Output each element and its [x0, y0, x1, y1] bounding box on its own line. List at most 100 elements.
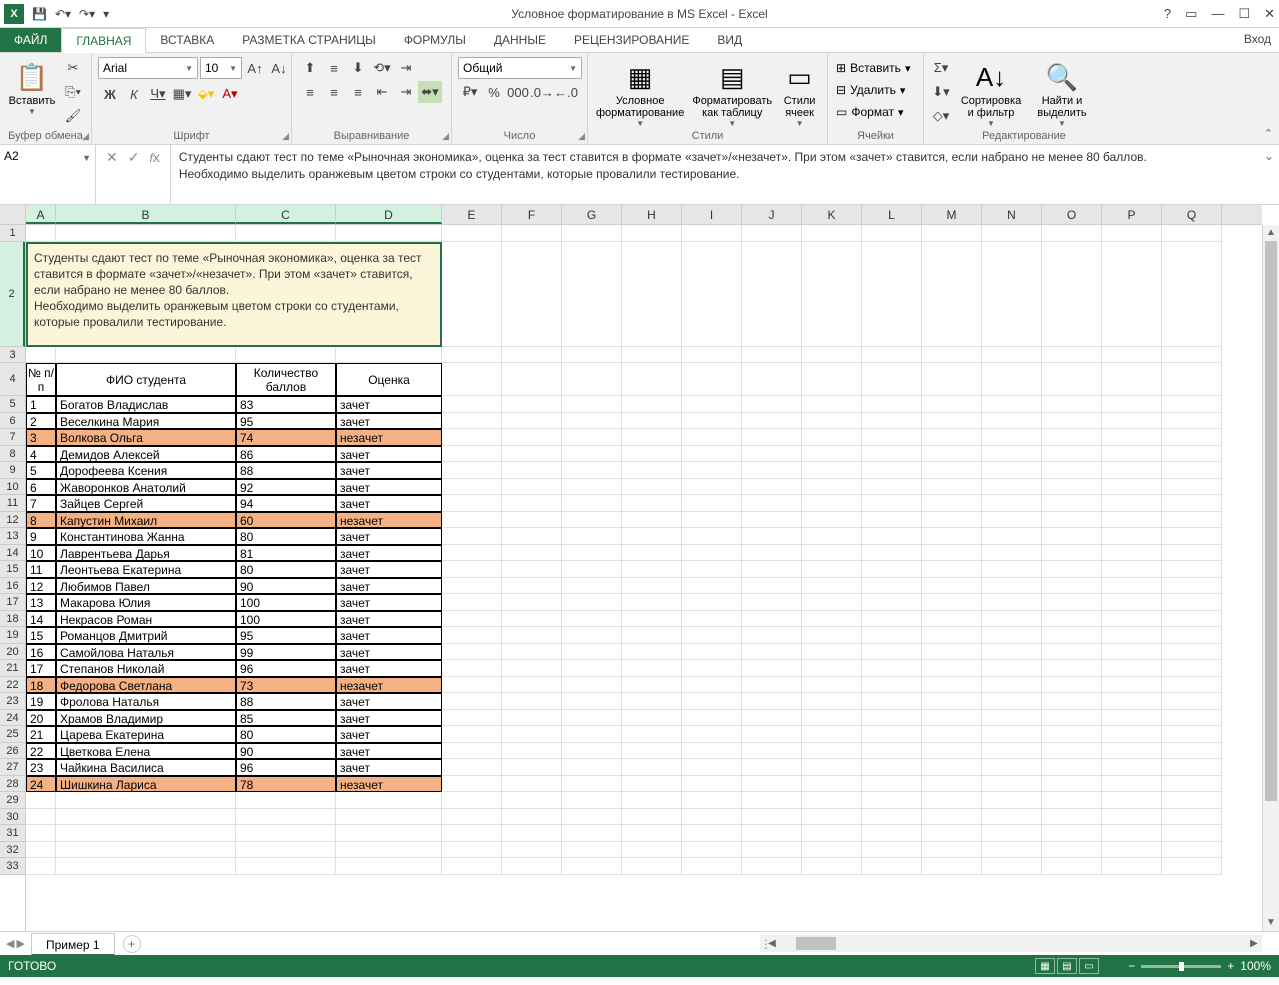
table-cell[interactable]: 7 — [26, 495, 56, 512]
table-cell[interactable]: Веселкина Мария — [56, 413, 236, 430]
row-header[interactable]: 15 — [0, 561, 25, 578]
table-cell[interactable]: 85 — [236, 710, 336, 727]
cell[interactable] — [1162, 644, 1222, 661]
cell[interactable] — [622, 825, 682, 842]
cell[interactable] — [622, 611, 682, 628]
cell[interactable] — [1042, 242, 1102, 347]
cell[interactable] — [1042, 462, 1102, 479]
border-button[interactable]: ▦▾ — [170, 83, 194, 105]
name-box-input[interactable] — [4, 149, 74, 163]
table-cell[interactable]: Капустин Михаил — [56, 512, 236, 529]
cell[interactable] — [742, 462, 802, 479]
cell[interactable] — [682, 710, 742, 727]
table-cell[interactable]: Шишкина Лариса — [56, 776, 236, 793]
cell[interactable] — [922, 677, 982, 694]
cell[interactable] — [982, 677, 1042, 694]
cell[interactable] — [742, 776, 802, 793]
cell[interactable] — [922, 363, 982, 396]
ribbon-display-icon[interactable]: ▭ — [1185, 6, 1197, 22]
cell[interactable] — [682, 842, 742, 859]
cell[interactable] — [562, 792, 622, 809]
cell[interactable] — [802, 594, 862, 611]
align-left-button[interactable]: ≡ — [298, 81, 322, 103]
cell[interactable] — [1102, 528, 1162, 545]
table-cell[interactable]: зачет — [336, 462, 442, 479]
table-cell[interactable]: 90 — [236, 578, 336, 595]
cell[interactable] — [502, 242, 562, 347]
cell[interactable] — [442, 495, 502, 512]
table-cell[interactable]: зачет — [336, 479, 442, 496]
cell[interactable] — [562, 660, 622, 677]
cell[interactable] — [1042, 495, 1102, 512]
cell[interactable] — [982, 545, 1042, 562]
table-cell[interactable]: 92 — [236, 479, 336, 496]
cell[interactable] — [336, 858, 442, 875]
table-cell[interactable]: 16 — [26, 644, 56, 661]
table-cell[interactable]: зачет — [336, 413, 442, 430]
cell[interactable] — [562, 644, 622, 661]
cell[interactable] — [1042, 611, 1102, 628]
horizontal-scrollbar[interactable]: ⋮ ◀ ▶ — [760, 935, 1262, 952]
cell[interactable] — [982, 611, 1042, 628]
cell[interactable] — [922, 858, 982, 875]
cell[interactable] — [442, 660, 502, 677]
column-header[interactable]: H — [622, 205, 682, 224]
table-cell[interactable]: зачет — [336, 759, 442, 776]
cell[interactable] — [802, 858, 862, 875]
cell[interactable] — [1162, 759, 1222, 776]
cell[interactable] — [682, 242, 742, 347]
cell[interactable] — [1102, 347, 1162, 364]
row-header[interactable]: 14 — [0, 545, 25, 562]
cell[interactable] — [622, 776, 682, 793]
cell[interactable] — [622, 528, 682, 545]
cell[interactable] — [1042, 743, 1102, 760]
cell[interactable] — [622, 842, 682, 859]
cell[interactable] — [802, 528, 862, 545]
cell[interactable] — [742, 809, 802, 826]
cell[interactable] — [862, 644, 922, 661]
cell[interactable] — [742, 545, 802, 562]
cell[interactable] — [862, 627, 922, 644]
table-cell[interactable]: 8 — [26, 512, 56, 529]
cell[interactable] — [442, 347, 502, 364]
cell[interactable] — [502, 710, 562, 727]
table-cell[interactable]: зачет — [336, 611, 442, 628]
cell[interactable] — [742, 225, 802, 242]
table-cell[interactable]: зачет — [336, 693, 442, 710]
currency-button[interactable]: ₽▾ — [458, 81, 482, 103]
table-cell[interactable]: зачет — [336, 578, 442, 595]
row-header[interactable]: 5 — [0, 396, 25, 413]
cell[interactable] — [862, 677, 922, 694]
font-color-button[interactable]: A▾ — [218, 83, 242, 105]
cell[interactable] — [922, 578, 982, 595]
cell[interactable] — [1162, 462, 1222, 479]
cell[interactable] — [862, 479, 922, 496]
table-cell[interactable]: Любимов Павел — [56, 578, 236, 595]
cell[interactable] — [922, 693, 982, 710]
autosum-button[interactable]: Σ▾ — [930, 57, 952, 79]
cell[interactable] — [862, 594, 922, 611]
cell[interactable] — [862, 528, 922, 545]
table-cell[interactable]: 12 — [26, 578, 56, 595]
cell[interactable] — [1102, 242, 1162, 347]
cell[interactable] — [922, 743, 982, 760]
column-header[interactable]: M — [922, 205, 982, 224]
cell[interactable] — [802, 792, 862, 809]
find-select-button[interactable]: 🔍 Найти и выделить▼ — [1030, 57, 1094, 130]
cell[interactable] — [802, 825, 862, 842]
fill-color-button[interactable]: ⬙▾ — [194, 83, 218, 105]
cell[interactable] — [56, 842, 236, 859]
zoom-thumb[interactable] — [1179, 962, 1184, 971]
cell[interactable] — [622, 561, 682, 578]
table-cell[interactable]: 23 — [26, 759, 56, 776]
cell[interactable] — [742, 842, 802, 859]
cell[interactable] — [1042, 479, 1102, 496]
cell[interactable] — [862, 396, 922, 413]
cell[interactable] — [1042, 792, 1102, 809]
cell[interactable] — [682, 479, 742, 496]
table-cell[interactable]: 80 — [236, 726, 336, 743]
format-cells-button[interactable]: ▭Формат▾ — [834, 101, 906, 123]
cell[interactable] — [802, 809, 862, 826]
cell[interactable] — [442, 677, 502, 694]
cell[interactable] — [336, 825, 442, 842]
